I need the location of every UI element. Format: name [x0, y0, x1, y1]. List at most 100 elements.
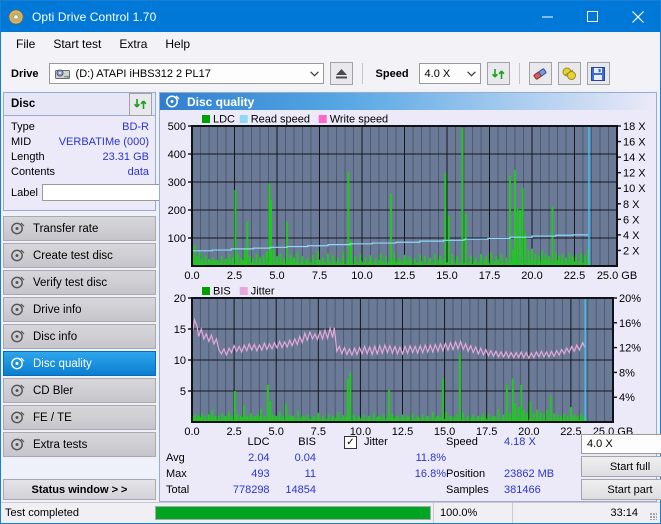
menu-file[interactable]: File	[7, 34, 44, 54]
svg-text:0.0: 0.0	[184, 426, 199, 438]
disc-icon	[11, 303, 25, 316]
svg-text:300: 300	[168, 177, 186, 189]
svg-text:25.0 GB: 25.0 GB	[597, 270, 637, 282]
progress-bar	[155, 506, 431, 520]
status-window-button[interactable]: Status window > >	[3, 479, 156, 500]
info-button[interactable]	[557, 62, 581, 85]
chart-bis-jitter: BIS Jitter 5 10 15 20 4% 8% 12% 16% 20% 0.0 2.5 5.0 7.…	[160, 282, 656, 440]
disc-row-key: Contents	[11, 165, 56, 178]
sidebar-item-disc-quality[interactable]: Disc quality	[3, 351, 156, 376]
svg-text:100: 100	[168, 233, 186, 245]
svg-text:15.0: 15.0	[434, 426, 455, 438]
svg-text:20.0: 20.0	[521, 270, 542, 282]
sidebar-item-drive-info[interactable]: Drive info	[3, 297, 156, 322]
refresh-icon	[491, 67, 506, 81]
disc-label-row: Label	[11, 181, 246, 206]
menu-start-test[interactable]: Start test	[44, 34, 110, 54]
page-title: Disc quality	[187, 94, 255, 109]
svg-text:400: 400	[168, 149, 186, 161]
disc-label-key: Label	[11, 186, 38, 199]
svg-text:Read speed: Read speed	[251, 114, 310, 126]
svg-text:2.5: 2.5	[227, 270, 242, 282]
position-value: 23862 MB	[504, 468, 555, 480]
start-part-button[interactable]: Start part	[581, 479, 661, 500]
minimize-button[interactable]	[525, 1, 570, 32]
position-label: Position	[446, 468, 486, 480]
stats-ldc-value: 778298	[232, 484, 270, 496]
bulb-icon	[561, 67, 577, 81]
chart-ldc-svg: LDC Read speed Write speed 100 200 300 400 500 2…	[168, 114, 647, 283]
svg-text:16%: 16%	[619, 318, 641, 330]
disc-icon	[11, 222, 25, 235]
close-button[interactable]	[615, 1, 660, 32]
svg-text:8 X: 8 X	[623, 199, 640, 211]
content-area: Disc quality LDC Read speed Write speed 100…	[158, 90, 661, 502]
svg-text:17.5: 17.5	[479, 270, 500, 282]
menu-extra[interactable]: Extra	[110, 34, 156, 54]
drive-select[interactable]: (D:) ATAPI iHBS312 2 PL17	[48, 63, 324, 84]
disc-row-value: 23.31 GB	[102, 150, 149, 163]
disc-refresh-button[interactable]	[129, 92, 152, 116]
disc-row-value: BD-R	[122, 120, 149, 133]
svg-text:12.5: 12.5	[394, 270, 415, 282]
sidebar-item-fe-te[interactable]: FE / TE	[3, 405, 156, 430]
chevron-down-icon[interactable]	[306, 64, 323, 83]
chevron-down-icon[interactable]	[463, 64, 480, 83]
save-button[interactable]	[586, 62, 610, 85]
refresh-button[interactable]	[486, 62, 510, 85]
toolbar-separator	[361, 63, 363, 84]
disc-row-key: Type	[11, 120, 35, 133]
svg-text:6 X: 6 X	[623, 214, 640, 226]
status-text: Test completed	[5, 507, 79, 519]
sidebar-item-cd-bler[interactable]: CD Bler	[3, 378, 156, 403]
test-speed-select[interactable]: 4.0 X	[581, 434, 661, 454]
sidebar-item-disc-info[interactable]: Disc info	[3, 324, 156, 349]
svg-text:20: 20	[174, 293, 186, 305]
svg-text:4%: 4%	[619, 392, 635, 404]
disc-panel: Disc Type BD-R MID VERBATIMe (000) Lengt…	[3, 92, 246, 211]
speed-select[interactable]: 4.0 X	[418, 63, 481, 84]
stats-row-label: Avg	[166, 452, 185, 464]
svg-text:200: 200	[168, 205, 186, 217]
disc-panel-header: Disc	[4, 92, 155, 116]
sidebar-item-extra-tests[interactable]: Extra tests	[3, 432, 156, 457]
disc-row-mid: MID VERBATIMe (000)	[11, 134, 149, 149]
charts-container: LDC Read speed Write speed 100 200 300 400 500 2…	[160, 110, 656, 439]
sidebar-item-transfer-rate[interactable]: Transfer rate	[3, 216, 156, 241]
speed-label: Speed	[375, 67, 409, 80]
svg-text:20%: 20%	[619, 293, 641, 305]
eject-button[interactable]	[329, 62, 353, 85]
start-full-button[interactable]: Start full	[581, 456, 661, 477]
maximize-button[interactable]	[570, 1, 615, 32]
disc-icon	[166, 95, 180, 108]
jitter-column: ✓ Jitter 11.8% 16.8%	[316, 434, 446, 500]
toolbar-separator-2	[518, 63, 520, 84]
sidebar-item-create-test-disc[interactable]: Create test disc	[3, 243, 156, 268]
disc-panel-title: Disc	[11, 98, 36, 110]
stats-bis-value: 14854	[285, 484, 316, 496]
sidebar-item-verify-test-disc[interactable]: Verify test disc	[3, 270, 156, 295]
sidebar-item-label: Verify test disc	[33, 276, 108, 289]
title-bar: Opti Drive Control 1.70	[1, 1, 660, 32]
svg-text:12 X: 12 X	[623, 168, 646, 180]
chart-bis-svg: BIS Jitter 5 10 15 20 4% 8% 12% 16% 20% 0.0 2.5 5.0 7.…	[174, 286, 641, 439]
sidebar-item-label: FE / TE	[33, 411, 72, 424]
erase-button[interactable]	[528, 62, 552, 85]
window-title: Opti Drive Control 1.70	[32, 9, 157, 24]
resize-grip[interactable]	[646, 503, 660, 523]
stats-table: LDC BIS Avg 2.04 0.04 Max 493 11 Total 7…	[166, 434, 316, 500]
sidebar-item-label: Extra tests	[33, 438, 88, 451]
main-body: Disc Type BD-R MID VERBATIMe (000) Lengt…	[1, 90, 661, 502]
menu-help[interactable]: Help	[156, 34, 199, 54]
svg-text:5.0: 5.0	[269, 270, 284, 282]
svg-text:15.0: 15.0	[436, 270, 457, 282]
drive-label: Drive	[11, 67, 39, 80]
svg-text:8%: 8%	[619, 367, 635, 379]
app-logo-icon	[8, 9, 24, 25]
stats-row-max: Max 493 11	[166, 466, 316, 482]
disc-icon	[11, 276, 25, 289]
sidebar-item-label: Drive info	[33, 303, 82, 316]
disc-icon	[11, 330, 25, 343]
stats-row-label: Total	[166, 484, 190, 496]
svg-text:0.0: 0.0	[184, 270, 199, 282]
